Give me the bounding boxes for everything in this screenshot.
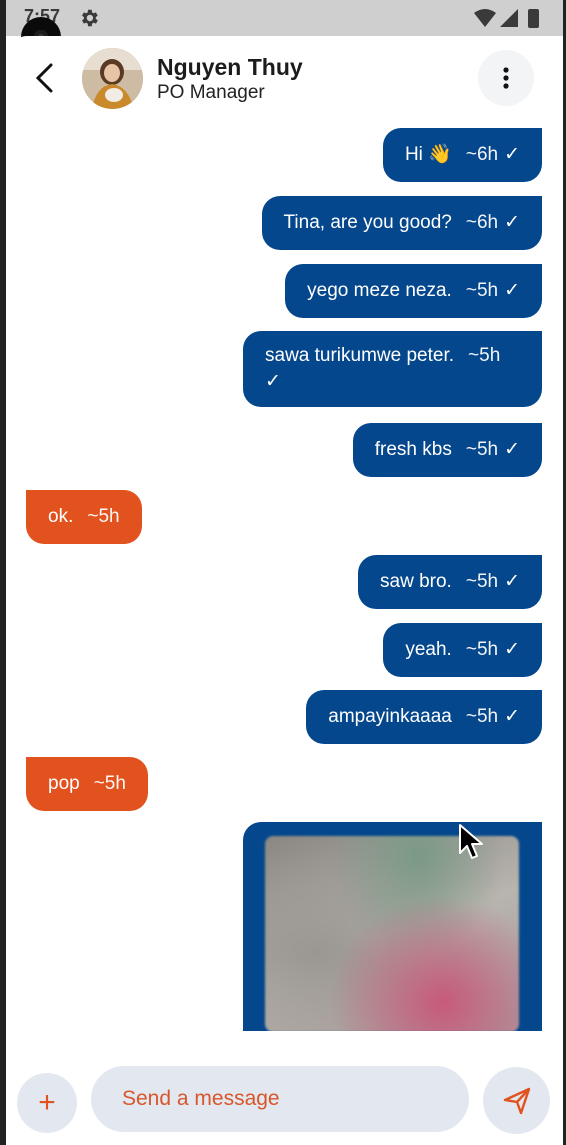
sent-check-icon: ✓ — [504, 571, 520, 592]
message-image[interactable] — [265, 836, 519, 1031]
message-bubble-outgoing[interactable]: Tina, are you good? ~6h ✓ — [261, 196, 542, 250]
message-bubble-outgoing[interactable]: sawa turikumwe peter. ~5h ✓ — [243, 331, 542, 407]
message-time: ~5h — [465, 571, 499, 592]
message-time: ~5h — [93, 773, 126, 794]
message-bubble-incoming[interactable]: ok. ~5h — [26, 490, 142, 544]
sent-check-icon: ✓ — [504, 280, 520, 301]
chat-header: Nguyen Thuy PO Manager — [6, 36, 563, 126]
message-time: ~5h — [87, 506, 120, 527]
message-time: ~5h — [465, 280, 499, 301]
signal-icon — [500, 9, 518, 27]
sent-check-icon: ✓ — [504, 706, 520, 727]
message-text: yeah. — [405, 639, 452, 660]
more-vertical-icon — [503, 67, 509, 89]
message-composer: + — [6, 1058, 563, 1145]
avatar-photo-icon — [82, 48, 143, 109]
message-bubble-outgoing[interactable]: yego meze neza. ~5h ✓ — [285, 264, 542, 318]
message-input[interactable] — [91, 1066, 469, 1132]
message-bubble-outgoing[interactable]: ampayinkaaaa ~5h ✓ — [306, 690, 542, 744]
message-text: ok. — [48, 506, 74, 527]
message-bubble-incoming[interactable]: pop ~5h — [26, 757, 148, 811]
send-button[interactable] — [483, 1067, 550, 1134]
message-text: sawa turikumwe peter. — [265, 345, 455, 366]
message-bubble-outgoing[interactable]: fresh kbs ~5h ✓ — [352, 423, 542, 477]
back-button[interactable] — [26, 60, 62, 96]
sent-check-icon: ✓ — [504, 144, 520, 165]
send-icon — [503, 1087, 530, 1114]
image-message-bubble[interactable] — [243, 822, 542, 1031]
back-arrow-icon — [35, 63, 53, 93]
add-attachment-button[interactable]: + — [17, 1073, 77, 1133]
contact-name: Nguyen Thuy — [157, 54, 303, 80]
mouse-cursor-icon — [459, 824, 483, 859]
chat-screen: Nguyen Thuy PO Manager Hi 👋 ~6h ✓ Tina, ar… — [6, 36, 563, 1145]
message-bubble-outgoing[interactable]: saw bro. ~5h ✓ — [358, 555, 542, 609]
message-time: ~5h — [465, 439, 499, 460]
avatar[interactable] — [82, 48, 143, 109]
sent-check-icon: ✓ — [504, 439, 520, 460]
message-time: ~5h — [465, 639, 499, 660]
settings-gear-icon — [82, 9, 98, 27]
message-text: ampayinkaaaa — [328, 706, 452, 727]
message-list[interactable]: Hi 👋 ~6h ✓ Tina, are you good? ~6h ✓ yego me… — [6, 126, 563, 1031]
message-bubble-outgoing[interactable]: Hi 👋 ~6h ✓ — [382, 128, 542, 182]
message-text: fresh kbs — [374, 439, 452, 460]
status-icons — [474, 9, 539, 28]
message-text: pop — [48, 773, 80, 794]
message-time: ~6h — [465, 144, 499, 165]
sent-check-icon: ✓ — [504, 212, 520, 233]
battery-icon — [528, 9, 539, 28]
sent-check-icon: ✓ — [265, 371, 281, 392]
message-time: ~6h — [465, 212, 499, 233]
phone-screen: 7:57 Nguyen Thuy PO Manager Hi 👋 ~6h ✓ T… — [0, 0, 566, 1145]
message-text: yego meze neza. — [307, 280, 452, 301]
message-text: saw bro. — [380, 571, 452, 592]
message-text: Tina, are you good? — [283, 212, 452, 233]
message-time: ~5h — [468, 345, 501, 366]
message-time: ~5h — [465, 706, 499, 727]
message-text: Hi 👋 — [404, 144, 452, 165]
device-frame-left — [0, 0, 6, 1145]
sent-check-icon: ✓ — [504, 639, 520, 660]
more-options-button[interactable] — [478, 50, 534, 106]
contact-role: PO Manager — [157, 82, 265, 103]
plus-icon: + — [38, 1086, 56, 1119]
status-bar: 7:57 — [0, 0, 566, 36]
wifi-icon — [474, 9, 496, 27]
message-bubble-outgoing[interactable]: yeah. ~5h ✓ — [383, 623, 542, 677]
